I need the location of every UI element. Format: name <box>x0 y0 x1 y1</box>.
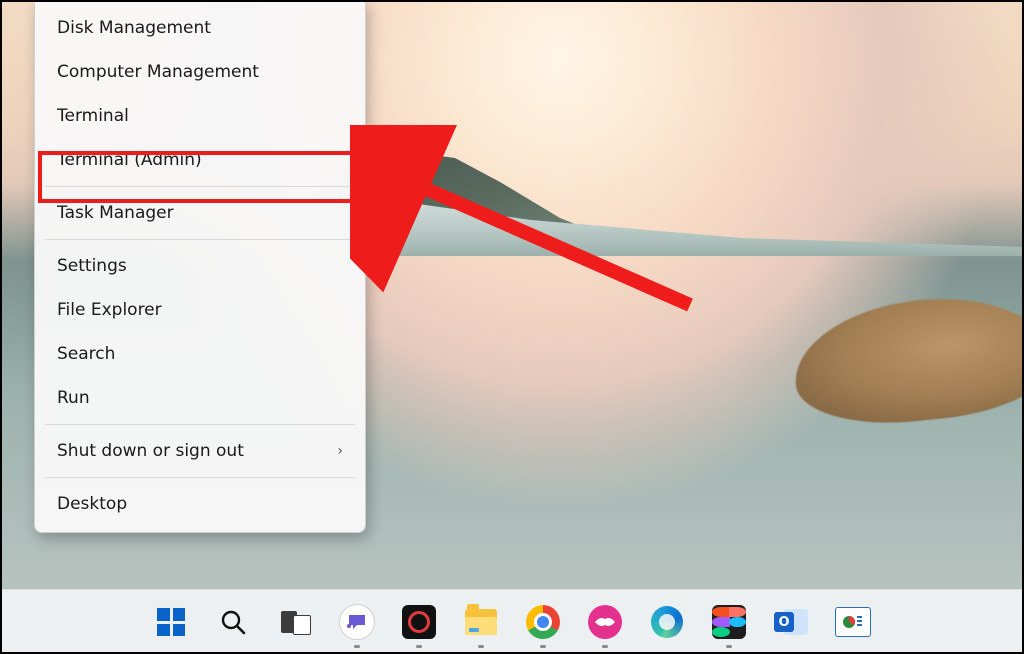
menu-item-terminal[interactable]: Terminal <box>35 94 365 138</box>
folder-icon <box>465 609 497 635</box>
running-indicator <box>478 645 484 648</box>
menu-item-task-manager[interactable]: Task Manager <box>35 191 365 235</box>
menu-item-label: Run <box>57 388 90 408</box>
taskbar-task-view[interactable] <box>273 600 317 644</box>
chart-app-icon <box>835 607 871 637</box>
taskbar-outlook[interactable]: O <box>769 600 813 644</box>
task-view-icon <box>281 611 309 633</box>
menu-item-shut-down-or-sign-out[interactable]: Shut down or sign out › <box>35 429 365 473</box>
taskbar-start[interactable] <box>149 600 193 644</box>
taskbar-chat[interactable] <box>335 600 379 644</box>
taskbar-lips-app[interactable] <box>583 600 627 644</box>
menu-item-label: Terminal (Admin) <box>57 150 202 170</box>
edge-icon <box>651 606 683 638</box>
menu-item-settings[interactable]: Settings <box>35 244 365 288</box>
taskbar-edge[interactable] <box>645 600 689 644</box>
chrome-icon <box>526 605 560 639</box>
wallpaper-grass <box>788 287 1024 434</box>
menu-item-label: Computer Management <box>57 62 259 82</box>
chevron-right-icon: › <box>337 443 343 459</box>
taskbar-figma[interactable] <box>707 600 751 644</box>
menu-separator <box>45 424 355 425</box>
windows-logo-icon <box>157 608 185 636</box>
menu-item-label: Shut down or sign out <box>57 441 244 461</box>
menu-item-computer-management[interactable]: Computer Management <box>35 50 365 94</box>
taskbar-chrome[interactable] <box>521 600 565 644</box>
power-user-menu: Disk Management Computer Management Termin… <box>34 0 366 533</box>
running-indicator <box>726 645 732 648</box>
taskbar-screen-recorder[interactable] <box>397 600 441 644</box>
taskbar-file-explorer[interactable] <box>459 600 503 644</box>
lips-icon <box>588 605 622 639</box>
menu-separator <box>45 186 355 187</box>
menu-item-terminal-admin[interactable]: Terminal (Admin) <box>35 138 365 182</box>
taskbar-chart-app[interactable] <box>831 600 875 644</box>
running-indicator <box>354 645 360 648</box>
outlook-icon: O <box>774 607 808 637</box>
menu-item-search[interactable]: Search <box>35 332 365 376</box>
menu-item-label: Task Manager <box>57 203 174 223</box>
taskbar-search[interactable] <box>211 600 255 644</box>
running-indicator <box>602 645 608 648</box>
menu-item-label: File Explorer <box>57 300 162 320</box>
menu-separator <box>45 477 355 478</box>
menu-item-desktop[interactable]: Desktop <box>35 482 365 526</box>
figma-icon <box>712 605 746 639</box>
menu-item-file-explorer[interactable]: File Explorer <box>35 288 365 332</box>
recorder-icon <box>402 605 436 639</box>
menu-item-label: Desktop <box>57 494 127 514</box>
menu-item-label: Search <box>57 344 115 364</box>
chat-icon <box>339 604 375 640</box>
menu-item-label: Disk Management <box>57 18 211 38</box>
menu-separator <box>45 239 355 240</box>
menu-item-label: Settings <box>57 256 127 276</box>
running-indicator <box>416 645 422 648</box>
taskbar: O <box>0 589 1024 654</box>
menu-item-run[interactable]: Run <box>35 376 365 420</box>
running-indicator <box>540 645 546 648</box>
menu-item-disk-management[interactable]: Disk Management <box>35 6 365 50</box>
menu-item-label: Terminal <box>57 106 129 126</box>
search-icon <box>219 608 247 636</box>
